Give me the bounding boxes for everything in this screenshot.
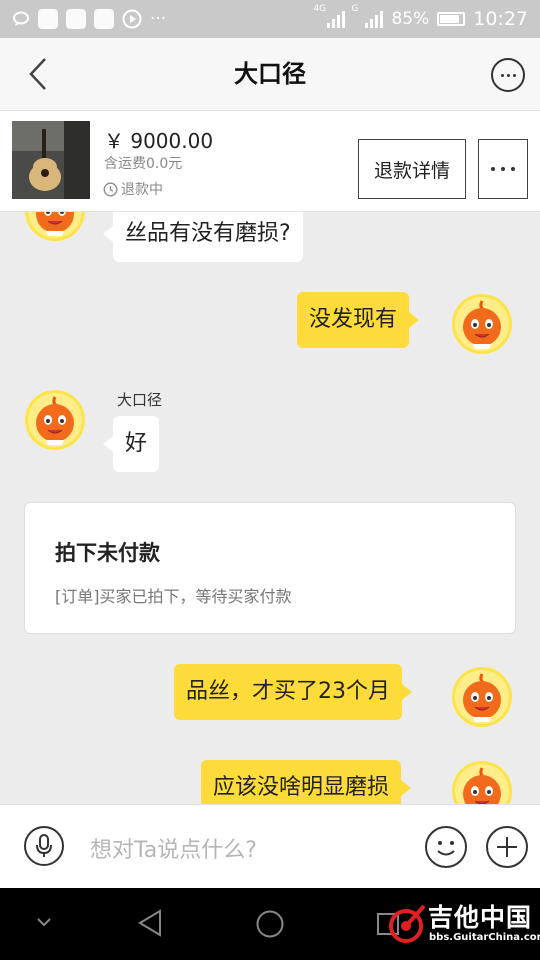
play-icon xyxy=(122,9,142,29)
avatar[interactable] xyxy=(24,389,86,451)
emoji-button[interactable] xyxy=(425,826,467,868)
clock-icon xyxy=(103,182,118,196)
home-circle-icon[interactable] xyxy=(255,909,285,939)
message-input-bar: 想对Ta说点什么? xyxy=(0,804,540,889)
plus-icon xyxy=(497,837,517,857)
more-horizontal-icon xyxy=(491,167,495,171)
signal-icon: 4G xyxy=(313,4,346,28)
order-card-description: [订单]买家已拍下，等待买家付款 xyxy=(55,587,292,606)
order-status: 退款中 xyxy=(103,179,163,199)
refund-details-button[interactable]: 退款详情 xyxy=(358,139,466,199)
guitarchina-logo-icon xyxy=(389,904,426,943)
status-text: 退款中 xyxy=(121,182,163,198)
more-actions-button[interactable] xyxy=(486,826,528,868)
chat-bubble-icon xyxy=(13,11,29,26)
message-input[interactable]: 想对Ta说点什么? xyxy=(90,832,257,864)
product-thumbnail[interactable] xyxy=(12,121,90,199)
shipping-info: 含运费0.0元 xyxy=(104,156,183,172)
status-bar: ··· 4G G 85% 10:27 xyxy=(0,0,540,38)
chat-area[interactable]: 丝品有没有磨损? 没发现有 大口径 好 拍下未付款 [订单]买家已拍下，等待买家… xyxy=(0,212,540,804)
message-bubble[interactable]: 没发现有 xyxy=(297,292,420,348)
product-summary[interactable]: ￥ 9000.00 含运费0.0元 退款中 退款详情 xyxy=(0,111,540,212)
avatar[interactable] xyxy=(451,760,513,804)
message-bubble[interactable]: 应该没啥明显磨损 xyxy=(201,760,412,804)
avatar[interactable] xyxy=(451,666,513,728)
sender-name: 大口径 xyxy=(117,391,163,409)
app-icon xyxy=(94,9,114,29)
microphone-icon xyxy=(36,834,52,857)
product-more-button[interactable] xyxy=(478,139,528,199)
message-bubble[interactable]: 丝品有没有磨损? xyxy=(103,212,303,262)
avatar[interactable] xyxy=(451,293,513,355)
more-icon: ··· xyxy=(150,9,167,29)
signal-icon: G xyxy=(351,4,384,28)
watermark-title: 吉他中国 xyxy=(428,903,533,932)
app-icon xyxy=(66,9,86,29)
guitar-photo xyxy=(12,121,90,199)
order-status-card[interactable]: 拍下未付款 [订单]买家已拍下，等待买家付款 xyxy=(24,502,516,634)
voice-input-button[interactable] xyxy=(24,826,64,866)
message-bubble[interactable]: 品丝，才买了23个月 xyxy=(174,664,412,720)
watermark: 吉他中国 bbs.GuitarChina.com xyxy=(388,896,540,954)
product-price: ￥ 9000.00 xyxy=(104,129,214,153)
smiley-icon xyxy=(437,841,455,856)
chevron-down-icon[interactable] xyxy=(36,916,52,928)
avatar[interactable] xyxy=(24,212,86,242)
more-options-button[interactable] xyxy=(491,58,525,92)
order-card-title: 拍下未付款 xyxy=(55,541,160,565)
header: 大口径 xyxy=(0,38,540,111)
clock: 10:27 xyxy=(473,8,528,30)
page-title: 大口径 xyxy=(234,60,306,88)
battery-percent: 85% xyxy=(391,9,430,29)
system-nav-bar: 吉他中国 bbs.GuitarChina.com xyxy=(0,888,540,960)
watermark-url: bbs.GuitarChina.com xyxy=(429,932,540,943)
more-horizontal-icon xyxy=(500,73,504,77)
message-bubble[interactable]: 好 xyxy=(102,416,160,472)
battery-icon xyxy=(437,12,466,26)
app-icon xyxy=(38,9,58,29)
back-triangle-icon[interactable] xyxy=(136,908,164,938)
